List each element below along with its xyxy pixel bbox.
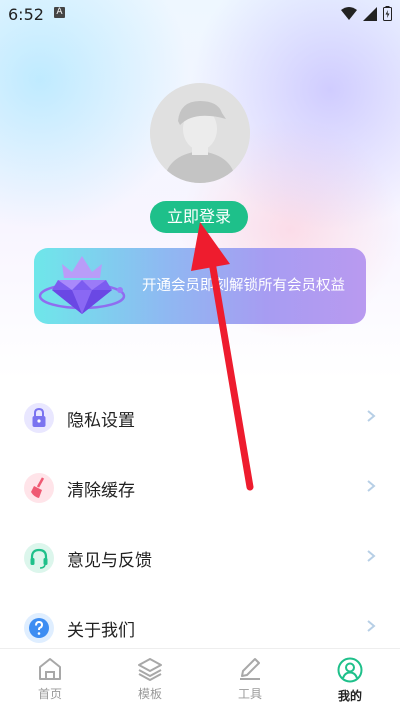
login-button[interactable]: 立即登录 [150, 201, 248, 233]
layers-icon [138, 658, 162, 681]
menu-item-label: 隐私设置 [67, 411, 135, 431]
chevron-right-icon [367, 480, 376, 492]
tab-label: 首页 [37, 687, 62, 701]
menu-item-privacy[interactable]: 隐私设置 [0, 384, 400, 454]
chevron-right-icon [367, 410, 376, 422]
chevron-right-icon [367, 620, 376, 632]
tab-templates[interactable]: 模板 [100, 649, 200, 713]
tab-profile[interactable]: 我的 [300, 649, 400, 713]
wifi-icon [341, 6, 357, 20]
menu-item-label: 清除缓存 [67, 481, 135, 501]
bottom-tab-bar: 首页 模板 工具 我的 [0, 648, 400, 713]
avatar[interactable] [150, 83, 250, 183]
tab-label: 工具 [237, 687, 262, 701]
status-bar: 6:52 A [0, 0, 400, 28]
vip-banner-text: 开通会员即刻解锁所有会员权益 [142, 278, 345, 294]
profile-icon [337, 657, 363, 683]
menu-item-feedback[interactable]: 意见与反馈 [0, 524, 400, 594]
status-time: 6:52 [8, 5, 44, 24]
diamond-crown-icon [38, 256, 126, 314]
tab-home[interactable]: 首页 [0, 649, 100, 713]
vip-banner[interactable]: 开通会员即刻解锁所有会员权益 [34, 248, 366, 324]
pencil-icon [240, 658, 260, 680]
lock-icon [24, 403, 54, 433]
notification-badge: A [54, 7, 65, 18]
default-avatar-icon [150, 83, 250, 183]
question-icon [24, 613, 54, 643]
menu-item-clear-cache[interactable]: 清除缓存 [0, 454, 400, 524]
chevron-right-icon [367, 550, 376, 562]
headset-icon [24, 543, 54, 573]
home-icon [39, 658, 61, 680]
status-icons [341, 6, 392, 21]
tab-label: 模板 [137, 687, 162, 701]
tab-tools[interactable]: 工具 [200, 649, 300, 713]
settings-menu: 隐私设置 清除缓存 意见与反馈 关于我们 [0, 384, 400, 664]
broom-icon [24, 473, 54, 503]
menu-item-label: 关于我们 [67, 621, 135, 641]
menu-item-label: 意见与反馈 [67, 551, 152, 571]
signal-icon [363, 6, 377, 21]
battery-icon [383, 6, 392, 21]
tab-label: 我的 [337, 689, 362, 703]
